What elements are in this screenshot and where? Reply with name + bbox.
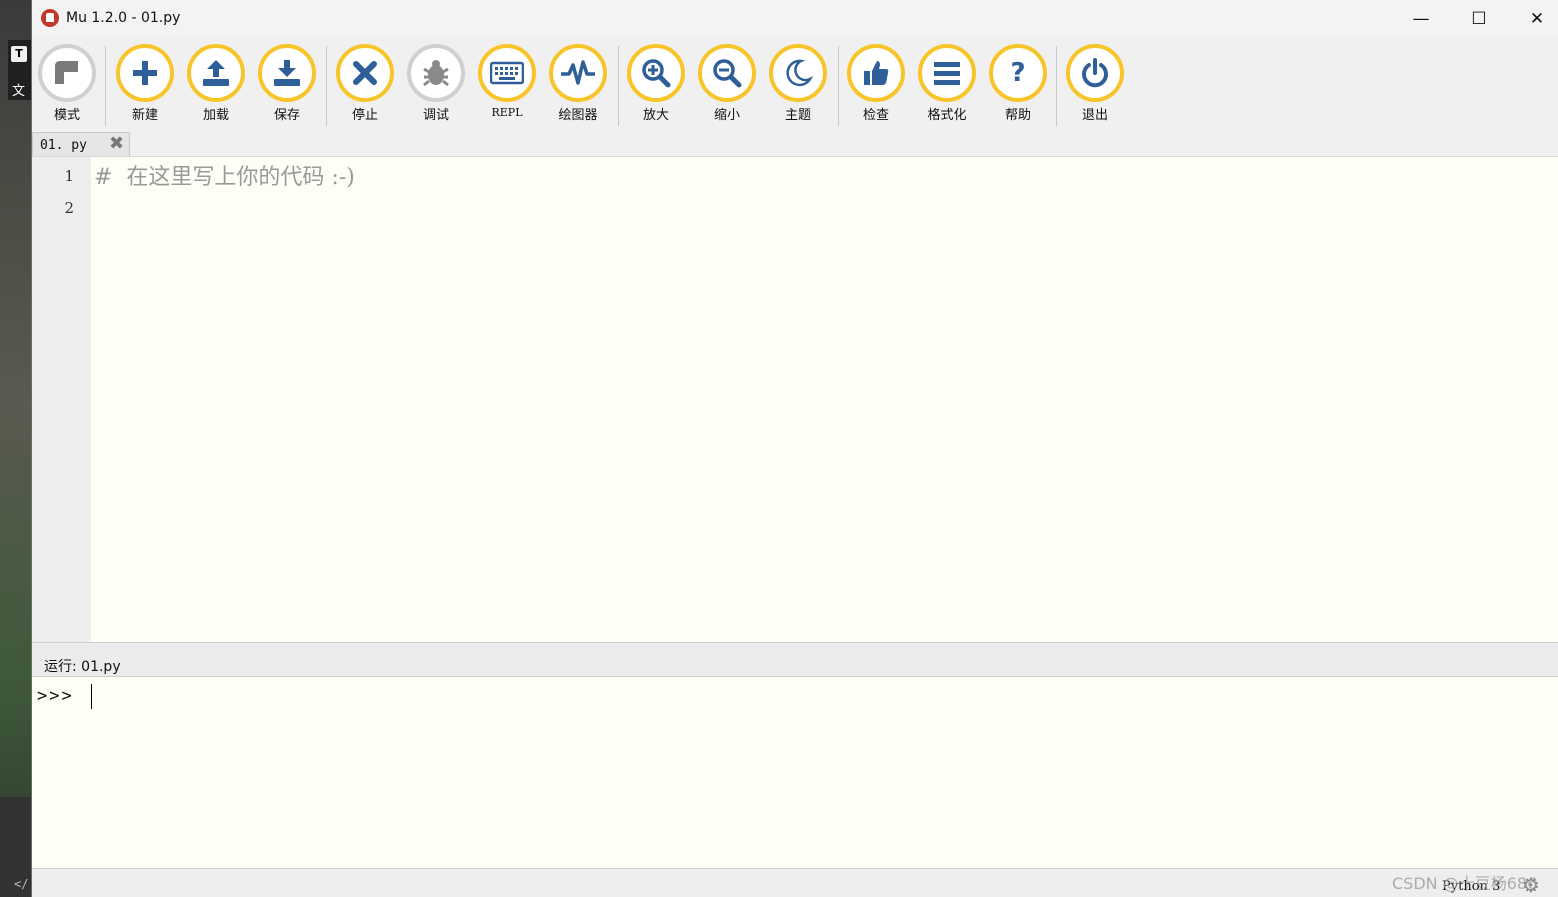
zoom-out-label: 缩小 (713, 108, 740, 123)
tab-bar: 01. py ✖ (32, 130, 1558, 156)
theme-button[interactable]: 主题 (765, 44, 831, 123)
code-icon[interactable]: </ (14, 877, 28, 891)
line-number-gutter: 1 2 (32, 157, 91, 642)
plus-icon (133, 61, 157, 85)
question-icon: ? (1010, 58, 1026, 88)
new-button[interactable]: 新建 (112, 44, 178, 123)
tidy-label: 格式化 (927, 108, 967, 123)
desktop-app-tile[interactable]: T 文 (8, 40, 32, 100)
line-number: 2 (64, 199, 74, 217)
zoom-in-icon (642, 59, 671, 88)
help-label: 帮助 (1004, 108, 1031, 123)
watermark: CSDN @十豆杨686 (1392, 874, 1538, 893)
mu-logo-icon (41, 9, 59, 27)
help-button[interactable]: ? 帮助 (985, 44, 1051, 123)
stop-button[interactable]: 停止 (332, 44, 398, 123)
mu-editor-window: Mu 1.2.0 - 01.py — ☐ ✕ 模式 新建 加载 保存 停止 调试… (31, 0, 1558, 897)
save-label: 保存 (273, 108, 300, 123)
plotter-button[interactable]: 绘图器 (545, 44, 611, 123)
toolbar: 模式 新建 加载 保存 停止 调试 REPL 绘图器 放大 缩小 主题 检查 格… (32, 38, 1558, 130)
window-title: Mu 1.2.0 - 01.py (66, 10, 181, 26)
desktop-background (0, 0, 31, 897)
repl-label: REPL (491, 106, 523, 119)
upload-icon (203, 60, 229, 86)
tidy-button[interactable]: 格式化 (914, 44, 980, 123)
running-file-label: 运行: 01.py (44, 659, 121, 675)
code-editor[interactable]: 1 2 # 在这里写上你的代码 :-) (32, 156, 1558, 642)
desktop-tile-text: 文 (12, 84, 26, 99)
toolbar-separator (326, 46, 327, 126)
theme-label: 主题 (784, 108, 811, 123)
debug-button[interactable]: 调试 (403, 44, 469, 123)
zoom-in-button[interactable]: 放大 (623, 44, 689, 123)
repl-prompt: >>> (37, 686, 74, 706)
plotter-label: 绘图器 (558, 108, 598, 123)
quit-button[interactable]: 退出 (1062, 44, 1128, 123)
toolbar-separator (618, 46, 619, 126)
toolbar-separator (1056, 46, 1057, 126)
line-number: 1 (64, 167, 74, 185)
repl-pane[interactable]: >>> (32, 677, 1558, 868)
mode-button[interactable]: 模式 (34, 44, 100, 123)
stop-x-icon (353, 61, 377, 85)
pulse-icon (561, 60, 595, 85)
check-button[interactable]: 检查 (843, 44, 909, 123)
text-cursor (91, 684, 92, 709)
zoom-out-icon (713, 59, 742, 88)
debug-label: 调试 (422, 108, 449, 123)
save-button[interactable]: 保存 (254, 44, 320, 123)
minimize-button[interactable]: — (1392, 0, 1450, 38)
download-icon (274, 60, 300, 86)
desktop-panel: </ (0, 797, 31, 897)
status-bar: Python 3 ⚙ (32, 868, 1558, 897)
quit-label: 退出 (1081, 108, 1108, 123)
toolbar-separator (105, 46, 106, 126)
repl-header: 运行: 01.py (32, 642, 1558, 677)
mode-label: 模式 (53, 108, 80, 123)
zoom-out-button[interactable]: 缩小 (694, 44, 760, 123)
maximize-button[interactable]: ☐ (1450, 0, 1508, 38)
check-label: 检查 (862, 108, 889, 123)
load-button[interactable]: 加载 (183, 44, 249, 123)
load-label: 加载 (202, 108, 229, 123)
mode-icon (55, 61, 78, 84)
tab-label: 01. py (40, 138, 87, 153)
bug-icon (423, 60, 449, 87)
keyboard-icon (490, 61, 524, 85)
thumbs-up-icon (864, 61, 889, 85)
code-line-1[interactable]: # 在这里写上你的代码 :-) (94, 159, 355, 191)
desktop-tile-letter: T (11, 46, 27, 62)
toolbar-separator (838, 46, 839, 126)
stop-label: 停止 (351, 108, 378, 123)
close-window-button[interactable]: ✕ (1508, 0, 1558, 38)
close-tab-icon[interactable]: ✖ (109, 135, 127, 153)
repl-button[interactable]: REPL (474, 44, 540, 119)
tab-01-py[interactable]: 01. py ✖ (32, 132, 130, 156)
zoom-in-label: 放大 (642, 108, 669, 123)
lines-icon (934, 62, 960, 85)
power-icon (1082, 58, 1108, 88)
new-label: 新建 (131, 108, 158, 123)
moon-icon (786, 59, 813, 87)
title-bar[interactable]: Mu 1.2.0 - 01.py — ☐ ✕ (32, 0, 1558, 38)
